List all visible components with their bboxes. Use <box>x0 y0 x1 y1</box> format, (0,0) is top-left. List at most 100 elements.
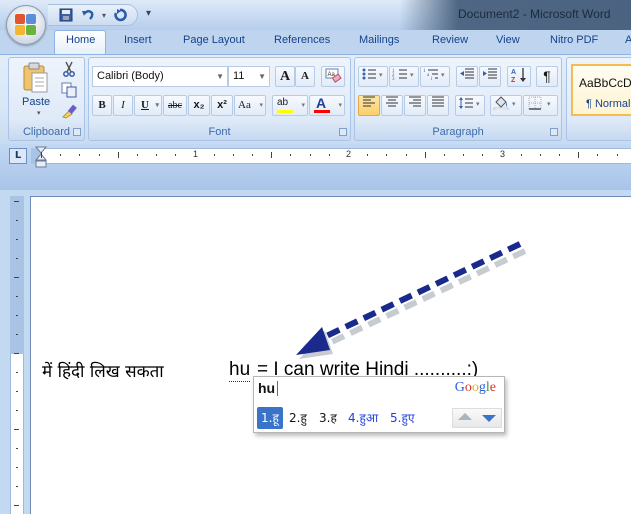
ruler-tick <box>539 154 541 156</box>
ime-input-text[interactable]: hu <box>258 380 275 396</box>
tab-references[interactable]: References <box>274 34 330 46</box>
google-logo: Google <box>455 380 496 396</box>
document-page[interactable] <box>30 196 631 514</box>
redo-icon[interactable] <box>112 8 128 24</box>
vertical-ruler-tick <box>16 448 18 449</box>
svg-text:▾: ▾ <box>476 100 480 108</box>
numbering-button[interactable]: 1 2 3 ▾ <box>389 66 419 87</box>
format-painter-icon[interactable] <box>61 103 77 119</box>
paragraph-group-label: Paragraph <box>432 126 484 138</box>
highlight-color-swatch <box>277 110 293 113</box>
show-formatting-marks-button[interactable]: ¶ <box>536 66 558 87</box>
shrink-font-button[interactable]: A <box>295 66 315 87</box>
decrease-indent-button[interactable] <box>456 66 478 87</box>
font-color-swatch <box>314 110 330 113</box>
justify-button[interactable] <box>427 95 449 116</box>
shading-button[interactable]: ▾ <box>490 95 522 116</box>
candidate-3[interactable]: 3.ह <box>319 407 337 429</box>
undo-icon[interactable] <box>80 8 96 24</box>
ruler-number: 3 <box>500 149 506 159</box>
transliteration-popup: hu Google 1.हू 2.हु 3.ह 4.हुआ 5.हुए <box>253 376 505 433</box>
change-case-dropdown-icon[interactable]: ▾ <box>259 96 263 115</box>
clipboard-dialog-launcher[interactable] <box>73 128 81 136</box>
font-dialog-launcher[interactable] <box>339 128 347 136</box>
line-spacing-button[interactable]: ▾ <box>455 95 485 116</box>
copy-icon[interactable] <box>61 82 77 98</box>
tab-review[interactable]: Review <box>432 34 468 46</box>
increase-indent-button[interactable] <box>479 66 501 87</box>
paste-dropdown-icon[interactable]: ▾ <box>37 109 41 117</box>
align-center-button[interactable] <box>381 95 403 116</box>
font-color-dropdown-icon[interactable]: ▾ <box>338 96 342 115</box>
tab-insert[interactable]: Insert <box>124 34 152 46</box>
svg-text:▾: ▾ <box>379 71 383 79</box>
bullets-button[interactable]: ▾ <box>358 66 388 87</box>
google-logo-letter: o <box>471 380 479 395</box>
bold-button[interactable]: B <box>92 95 112 116</box>
change-case-button[interactable]: Aa ▾ <box>234 95 266 116</box>
svg-text:Z: Z <box>511 77 516 83</box>
subscript-button[interactable]: x₂ <box>188 95 210 116</box>
office-button[interactable] <box>6 5 46 45</box>
highlight-button[interactable]: ab ▾ <box>272 95 308 116</box>
highlight-dropdown-icon[interactable]: ▾ <box>301 96 305 115</box>
ruler-tick <box>60 154 62 156</box>
candidate-4[interactable]: 4.हुआ <box>348 407 378 429</box>
svg-text:▾: ▾ <box>547 100 551 108</box>
tab-view[interactable]: View <box>496 34 520 46</box>
italic-button[interactable]: I <box>113 95 133 116</box>
style-preview: AaBbCcD <box>579 76 631 90</box>
candidate-5[interactable]: 5.हुए <box>390 407 414 429</box>
borders-button[interactable]: ▾ <box>523 95 558 116</box>
font-size-combo[interactable]: 11 ▼ <box>228 66 270 87</box>
paste-icon[interactable] <box>23 62 49 94</box>
svg-text:▾: ▾ <box>410 71 414 79</box>
chevron-down-icon[interactable]: ▼ <box>216 67 224 86</box>
grow-font-button[interactable]: A <box>275 66 295 87</box>
style-normal-tile[interactable]: AaBbCcD ¶ Normal <box>571 64 631 116</box>
customize-qat-button[interactable]: ▾ <box>146 8 151 19</box>
window-title: Document2 - Microsoft Word <box>458 7 611 21</box>
svg-text:▾: ▾ <box>512 100 516 108</box>
ruler-tick <box>252 154 254 156</box>
tab-nitro-pdf[interactable]: Nitro PDF <box>550 34 598 46</box>
candidate-2[interactable]: 2.हु <box>289 407 307 429</box>
align-right-button[interactable] <box>404 95 426 116</box>
tab-more[interactable]: A <box>625 34 631 46</box>
vertical-ruler-tick <box>16 296 18 297</box>
google-logo-letter: g <box>478 380 486 395</box>
page-up-icon[interactable] <box>458 413 472 420</box>
font-name-combo[interactable]: Calibri (Body) ▼ <box>92 66 228 87</box>
vertical-ruler-tick <box>14 353 19 354</box>
tab-mailings[interactable]: Mailings <box>359 34 399 46</box>
undo-dropdown-icon[interactable]: ▾ <box>96 8 112 24</box>
paste-button[interactable]: Paste <box>22 96 50 108</box>
ruler-tick <box>79 154 81 156</box>
chevron-down-icon[interactable]: ▼ <box>258 67 266 86</box>
underline-button[interactable]: U ▾ <box>134 95 162 116</box>
save-icon[interactable] <box>58 8 74 24</box>
clear-formatting-icon[interactable]: Aa <box>321 66 345 87</box>
paragraph-dialog-launcher[interactable] <box>550 128 558 136</box>
candidate-1[interactable]: 1.हू <box>257 407 283 429</box>
multilevel-list-button[interactable]: 1 a i ▾ <box>420 66 450 87</box>
ruler-tick <box>232 154 234 156</box>
strikethrough-button[interactable]: abc <box>163 95 187 116</box>
font-color-button[interactable]: A ▾ <box>309 95 345 116</box>
ruler-tick <box>41 152 42 158</box>
font-group: Calibri (Body) ▼ 11 ▼ A A Aa B I U ▾ abc … <box>88 57 351 141</box>
tab-page-layout[interactable]: Page Layout <box>183 34 245 46</box>
cut-icon[interactable] <box>61 61 77 77</box>
underline-dropdown-icon[interactable]: ▾ <box>155 96 159 115</box>
align-left-button[interactable] <box>358 95 380 116</box>
vertical-ruler-tick <box>16 372 18 373</box>
font-size-value: 11 <box>233 70 245 82</box>
superscript-button[interactable]: x² <box>211 95 233 116</box>
page-down-icon[interactable] <box>482 415 496 422</box>
google-logo-letter: e <box>489 380 496 395</box>
hindi-text: में हिंदी लिख सकता <box>42 362 164 382</box>
vertical-ruler-tick <box>16 239 18 240</box>
sort-button[interactable]: AZ <box>507 66 531 87</box>
tab-home[interactable]: Home <box>66 34 95 46</box>
vertical-ruler-tick <box>14 429 19 430</box>
